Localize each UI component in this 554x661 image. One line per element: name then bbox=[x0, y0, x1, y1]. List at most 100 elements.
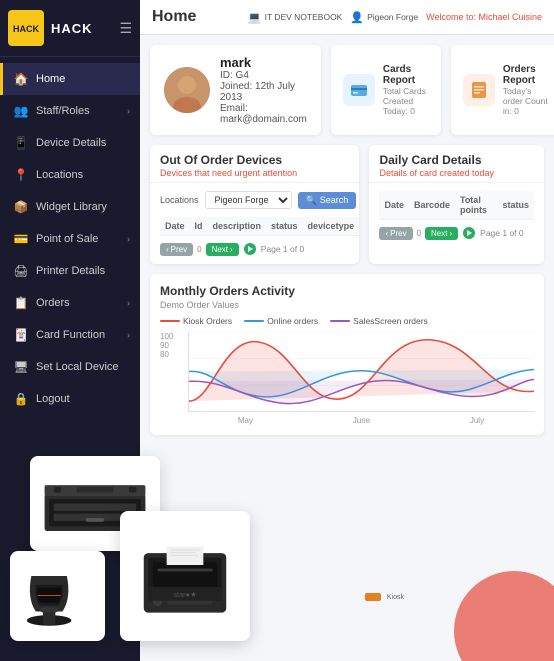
sidebar-item-locations[interactable]: 📍 Locations bbox=[0, 159, 140, 191]
notebook-item: 💻 IT DEV NOTEBOOK bbox=[248, 11, 342, 24]
sidebar-logo: HACK HACK ☰ bbox=[0, 0, 140, 57]
sidebar-item-devicedetails[interactable]: 📱 Device Details bbox=[0, 127, 140, 159]
monthly-orders-panel: Monthly Orders Activity Demo Order Value… bbox=[150, 274, 544, 435]
chart-title: Monthly Orders Activity bbox=[160, 284, 534, 298]
page-info: Page 1 of 0 bbox=[261, 244, 304, 254]
sidebar-label-locations: Locations bbox=[36, 169, 83, 181]
out-of-order-table: Date Id description status devicetype lo… bbox=[160, 217, 359, 236]
col-devicetype: devicetype bbox=[303, 217, 360, 236]
profile-row: mark ID: G4 Joined: 12th July 2013 Email… bbox=[150, 45, 544, 135]
chart-x-labels: May June July bbox=[188, 416, 534, 425]
dc-page-number: 0 bbox=[417, 229, 421, 238]
sidebar-item-home[interactable]: 🏠 Home bbox=[0, 63, 140, 95]
out-of-order-body: Locations Pigeon Forge 🔍 Search bbox=[150, 183, 359, 264]
sidebar-item-pos[interactable]: 💳 Point of Sale › bbox=[0, 223, 140, 255]
dc-page-info: Page 1 of 0 bbox=[480, 228, 523, 238]
search-icon: 🔍 bbox=[306, 195, 317, 206]
chart-y-labels: 100 90 80 bbox=[160, 332, 184, 359]
sidebar-item-printer[interactable]: 🖨 Printer Details bbox=[0, 255, 140, 287]
daily-card-panel: Daily Card Details Details of card creat… bbox=[369, 145, 544, 264]
profile-joined: Joined: 12th July 2013 bbox=[220, 81, 307, 103]
col-status: status bbox=[266, 217, 303, 236]
filter-label: Locations bbox=[160, 195, 199, 205]
location-select[interactable]: Pigeon Forge bbox=[205, 191, 292, 209]
staffroles-icon: 👥 bbox=[13, 103, 29, 119]
panels-row: Out Of Order Devices Devices that need u… bbox=[150, 145, 544, 264]
cards-report-card: Cards Report Total Cards Created Today: … bbox=[331, 45, 441, 135]
profile-info: mark ID: G4 Joined: 12th July 2013 Email… bbox=[220, 55, 307, 125]
sidebar-label-pos: Point of Sale bbox=[36, 233, 98, 245]
out-of-order-pagination: ‹ Prev 0 Next › Page 1 of 0 bbox=[160, 242, 349, 256]
daily-card-header: Daily Card Details Details of card creat… bbox=[369, 145, 544, 183]
orders-report-title: Orders Report bbox=[503, 64, 549, 86]
svg-text:HACK: HACK bbox=[13, 24, 39, 34]
printer-icon: 🖨 bbox=[13, 263, 29, 279]
chevron-right-icon: › bbox=[127, 106, 130, 116]
next-button[interactable]: Next › bbox=[206, 243, 239, 256]
sidebar-label-widget: Widget Library bbox=[36, 201, 107, 213]
dc-col-date: Date bbox=[379, 191, 409, 220]
laptop-icon: 💻 bbox=[248, 11, 262, 24]
sidebar-label-orders: Orders bbox=[36, 297, 70, 309]
logo-text: HACK bbox=[51, 21, 93, 36]
orders-report-card: Orders Report Today's order Count in: 0 bbox=[451, 45, 554, 135]
sidebar-item-staffroles[interactable]: 👥 Staff/Roles › bbox=[0, 95, 140, 127]
daily-card-pagination: ‹ Prev 0 Next › Page 1 of 0 bbox=[379, 226, 534, 240]
sidebar-label-printer: Printer Details bbox=[36, 265, 105, 277]
col-desc: description bbox=[208, 217, 267, 236]
y-label-100: 100 bbox=[160, 332, 184, 341]
sidebar-label-logout: Logout bbox=[36, 393, 70, 405]
sidebar-item-localdevice[interactable]: 🖥 Set Local Device bbox=[0, 351, 140, 383]
chart-wrapper: May June July bbox=[188, 332, 534, 425]
chart-svg bbox=[189, 332, 534, 411]
orders-report-sub: Today's order Count in: 0 bbox=[503, 86, 549, 116]
legend-kiosk-label: Kiosk Orders bbox=[183, 316, 232, 326]
sidebar-item-logout[interactable]: 🔒 Logout bbox=[0, 383, 140, 415]
hamburger-icon[interactable]: ☰ bbox=[119, 20, 132, 37]
x-label-june: June bbox=[353, 416, 370, 425]
main-content: Home 💻 IT DEV NOTEBOOK 👤 Pigeon Forge We… bbox=[140, 0, 554, 661]
page-title: Home bbox=[152, 8, 196, 26]
search-button[interactable]: 🔍 Search bbox=[298, 192, 357, 209]
cards-report-info: Cards Report Total Cards Created Today: … bbox=[383, 64, 429, 116]
online-color bbox=[244, 320, 264, 322]
profile-card: mark ID: G4 Joined: 12th July 2013 Email… bbox=[150, 45, 321, 135]
out-of-order-subtitle: Devices that need urgent attention bbox=[160, 168, 349, 178]
orders-report-icon bbox=[463, 74, 495, 106]
x-label-july: July bbox=[470, 416, 484, 425]
y-label-80: 80 bbox=[160, 350, 184, 359]
daily-card-title: Daily Card Details bbox=[379, 153, 534, 167]
dc-col-status: status bbox=[497, 191, 534, 220]
cards-report-sub1: Total Cards Created bbox=[383, 86, 429, 106]
chart-sub: Demo Order Values bbox=[160, 300, 534, 310]
topbar: Home 💻 IT DEV NOTEBOOK 👤 Pigeon Forge We… bbox=[140, 0, 554, 35]
localdevice-icon: 🖥 bbox=[13, 359, 29, 375]
legend-online: Online orders bbox=[244, 316, 318, 326]
welcome-text: Welcome to: Michael Cuisine bbox=[426, 12, 542, 22]
legend-online-label: Online orders bbox=[267, 316, 318, 326]
dc-next-button[interactable]: Next › bbox=[425, 227, 458, 240]
app-wrapper: HACK HACK ☰ 🏠 Home 👥 Staff/Roles › 📱 Dev… bbox=[0, 0, 554, 661]
dc-col-points: Total points bbox=[455, 191, 498, 220]
daily-card-table: Date Barcode Total points status bbox=[379, 191, 534, 220]
daily-card-body: Date Barcode Total points status ‹ Prev bbox=[369, 183, 544, 248]
dc-prev-button[interactable]: ‹ Prev bbox=[379, 227, 412, 240]
chart-area bbox=[188, 332, 534, 412]
cards-report-icon bbox=[343, 74, 375, 106]
kiosk-color bbox=[160, 320, 180, 322]
page-number: 0 bbox=[197, 245, 201, 254]
logo-icon: HACK bbox=[8, 10, 44, 46]
chart-legend: Kiosk Orders Online orders SalesScreen o… bbox=[160, 316, 534, 326]
prev-button[interactable]: ‹ Prev bbox=[160, 243, 193, 256]
profile-name: mark bbox=[220, 55, 307, 70]
cards-report-title: Cards Report bbox=[383, 64, 429, 86]
sidebar-item-cardfunction[interactable]: 🃏 Card Function › bbox=[0, 319, 140, 351]
sidebar-item-orders[interactable]: 📋 Orders › bbox=[0, 287, 140, 319]
sidebar-item-widgetlibrary[interactable]: 📦 Widget Library bbox=[0, 191, 140, 223]
user-icon: 👤 bbox=[350, 11, 364, 24]
col-id: Id bbox=[190, 217, 208, 236]
sidebar-nav: 🏠 Home 👥 Staff/Roles › 📱 Device Details … bbox=[0, 57, 140, 661]
cards-report-sub2: Today: 0 bbox=[383, 106, 429, 116]
home-icon: 🏠 bbox=[13, 71, 29, 87]
out-of-order-panel: Out Of Order Devices Devices that need u… bbox=[150, 145, 359, 264]
